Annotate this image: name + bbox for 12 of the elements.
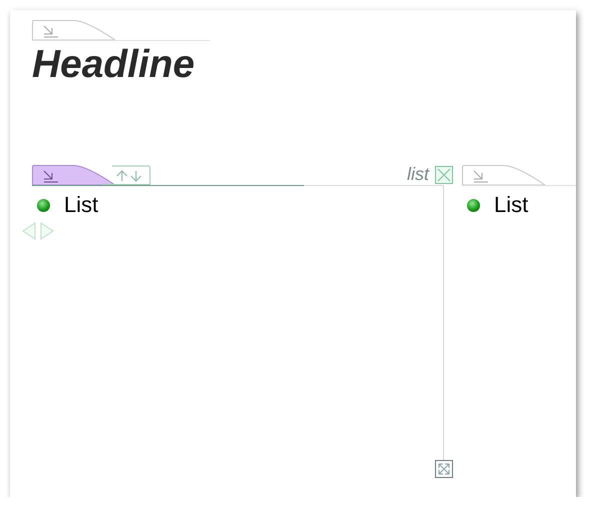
right-arrow-icon[interactable] xyxy=(40,222,54,240)
list-item[interactable]: List xyxy=(64,192,98,218)
headline: Headline xyxy=(32,43,196,87)
close-icon[interactable] xyxy=(435,166,453,184)
tab-icon[interactable] xyxy=(32,165,116,185)
left-arrow-icon[interactable] xyxy=(22,222,36,240)
expand-icon[interactable] xyxy=(435,460,453,478)
bullet-icon xyxy=(467,198,480,212)
list-label: list xyxy=(407,164,429,184)
bullet-icon xyxy=(37,198,50,212)
arrow-buttons-icon[interactable] xyxy=(102,165,152,185)
list-item[interactable]: List xyxy=(494,192,528,218)
